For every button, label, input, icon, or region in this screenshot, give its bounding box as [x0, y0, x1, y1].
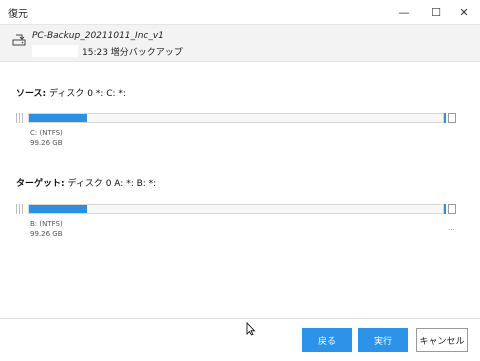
drive-icon: [12, 34, 26, 46]
backup-name: PC-Backup_20211011_Inc_v1: [32, 31, 164, 41]
more-options-icon[interactable]: ...: [448, 224, 455, 232]
recovery-partition[interactable]: [448, 113, 456, 123]
partition-bar[interactable]: [28, 113, 444, 123]
minimize-button[interactable]: —: [388, 0, 420, 24]
cancel-button[interactable]: キャンセル: [416, 328, 468, 352]
used-space-fill: [29, 114, 87, 122]
used-space-fill: [29, 205, 87, 213]
target-label: ターゲット:: [16, 179, 65, 189]
backup-info-band: PC-Backup_20211011_Inc_v1 15:23 増分バックアップ: [0, 24, 480, 62]
target-section-label: ターゲット: ディスク 0 A: *: B: *:: [16, 176, 156, 189]
source-label: ソース:: [16, 89, 47, 99]
source-section-label: ソース: ディスク 0 *: C: *:: [16, 86, 126, 99]
source-disk: ディスク 0 *: C: *:: [49, 89, 126, 99]
mouse-cursor-icon: [246, 322, 256, 336]
partition-end-marker: [444, 113, 446, 123]
target-disk: ディスク 0 A: *: B: *:: [67, 179, 157, 189]
unallocated-marker: [16, 113, 26, 123]
target-disk-map[interactable]: [16, 203, 458, 215]
partition-size: 99.26 GB: [30, 230, 63, 238]
recovery-partition[interactable]: [448, 204, 456, 214]
partition-end-marker: [444, 204, 446, 214]
footer-divider: [0, 318, 480, 319]
window-title: 復元: [8, 9, 28, 20]
execute-button[interactable]: 実行: [358, 328, 408, 352]
source-disk-map[interactable]: [16, 112, 458, 124]
backup-time: 15:23 増分バックアップ: [82, 48, 183, 58]
back-button[interactable]: 戻る: [302, 328, 352, 352]
partition-size: 99.26 GB: [30, 139, 63, 147]
partition-name: B: (NTFS): [30, 220, 63, 228]
redacted-area: [32, 45, 78, 57]
unallocated-marker: [16, 204, 26, 214]
partition-name: C: (NTFS): [30, 129, 63, 137]
source-partition-info: C: (NTFS) 99.26 GB: [30, 128, 63, 148]
target-partition-info: B: (NTFS) 99.26 GB: [30, 219, 63, 239]
close-button[interactable]: ✕: [448, 0, 480, 24]
title-bar: 復元 — ☐ ✕: [0, 0, 480, 24]
partition-bar[interactable]: [28, 204, 444, 214]
